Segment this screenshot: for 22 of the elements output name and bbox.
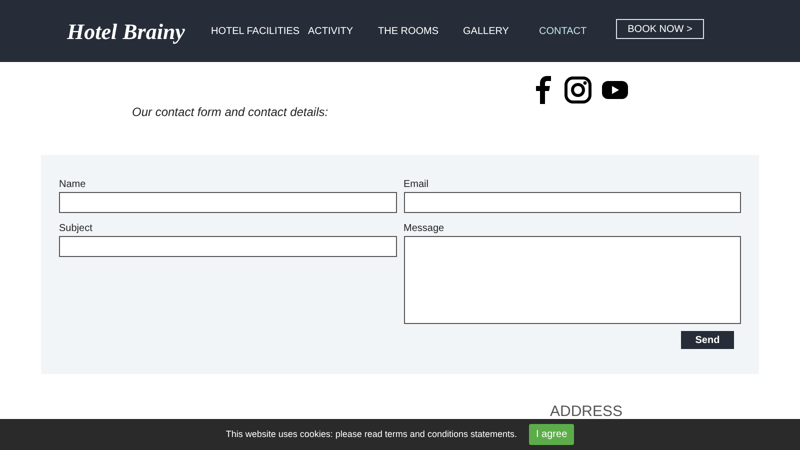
send-button[interactable]: Send (681, 331, 734, 349)
nav-link[interactable]: CONTACT (539, 24, 613, 38)
nav-link[interactable]: THE ROOMS (378, 24, 463, 38)
input-field[interactable] (59, 236, 396, 257)
nav-link[interactable]: GALLERY (463, 24, 539, 38)
field-label: Subject (59, 222, 92, 236)
cookie-notice: This website uses cookies: please read terms and conditions statements. (226, 428, 517, 441)
logo[interactable]: Hotel Brainy (67, 14, 187, 48)
input-field[interactable] (404, 192, 741, 213)
intro-text: Our contact form and contact details: (132, 105, 328, 119)
field-label: Message (404, 222, 444, 236)
book-now-button[interactable]: BOOK NOW > (616, 19, 704, 39)
nav-link[interactable]: ACTIVITY (308, 24, 378, 38)
message-field[interactable] (404, 236, 741, 324)
field-label: Name (59, 178, 86, 192)
facebook-icon[interactable] (534, 76, 554, 104)
input-field[interactable] (59, 192, 396, 213)
address-heading: ADDRESS (550, 403, 623, 420)
nav-link[interactable]: HOTEL FACILITIES (211, 24, 308, 38)
instagram-icon[interactable] (564, 76, 592, 104)
field-label: Email (404, 178, 429, 192)
youtube-icon[interactable] (602, 80, 628, 100)
